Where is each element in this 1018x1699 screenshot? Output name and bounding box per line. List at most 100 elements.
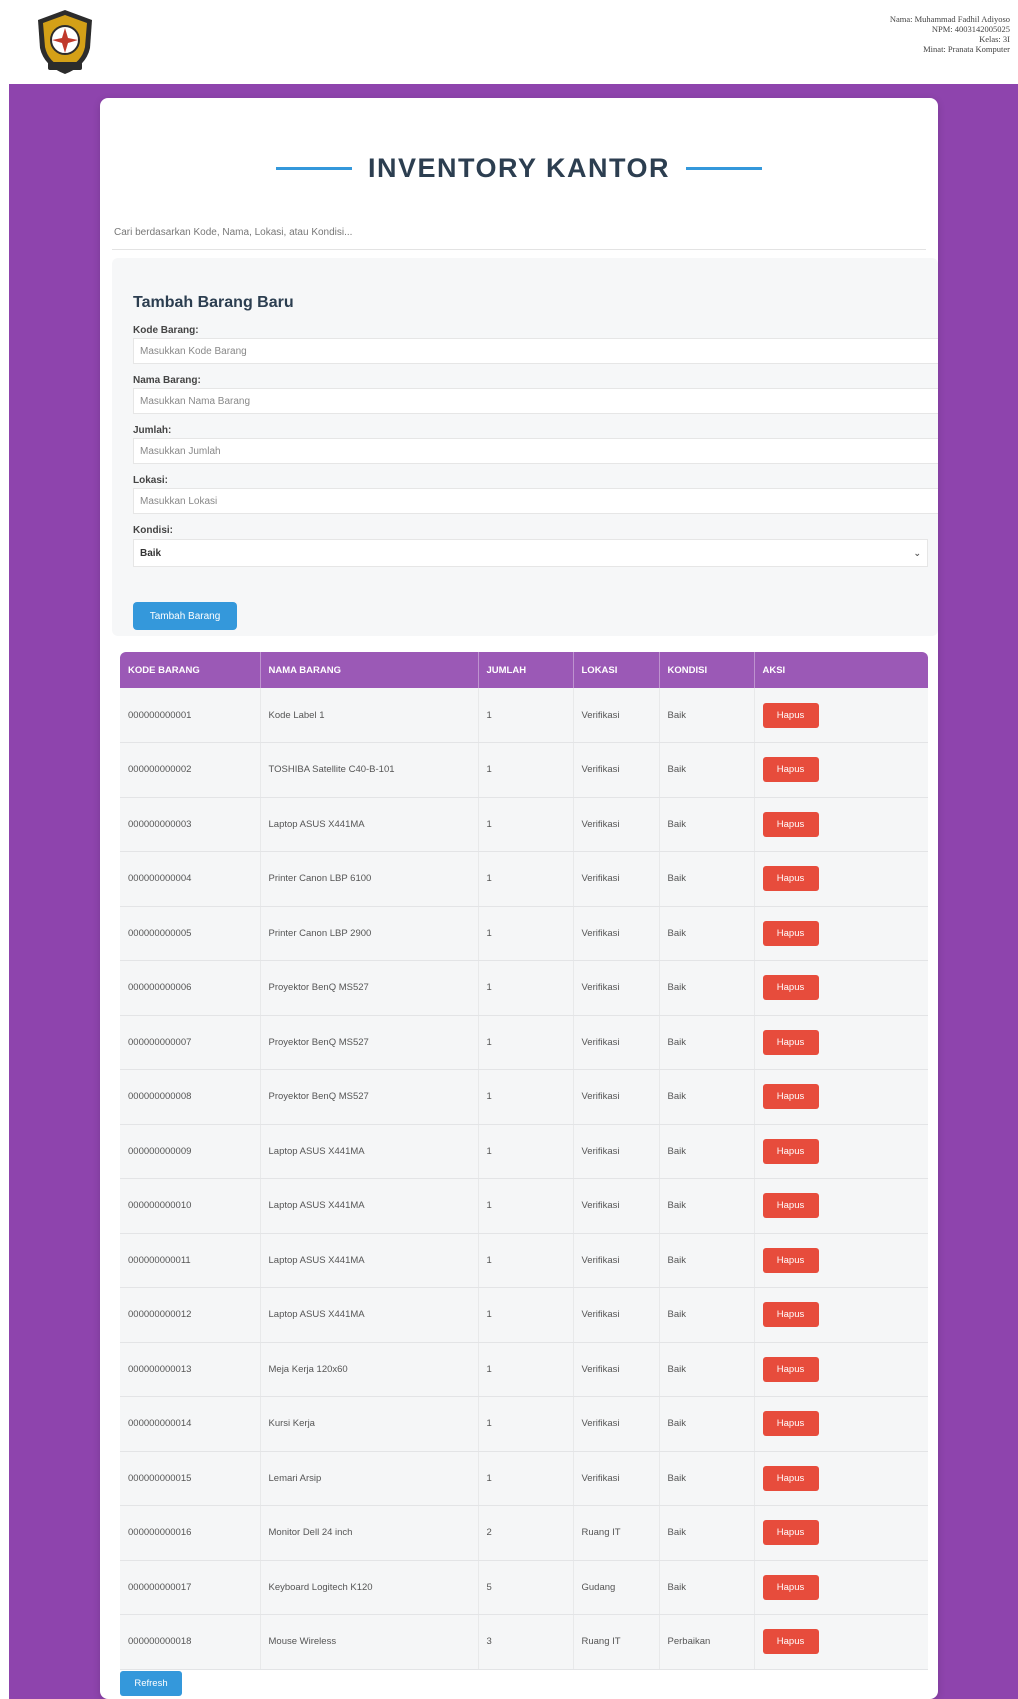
aksi-cell: Hapus <box>754 1560 928 1615</box>
page-title: INVENTORY KANTOR <box>367 152 671 183</box>
lokasi-cell: Verifikasi <box>573 742 660 798</box>
kode-barang-cell: 000000000007 <box>120 1015 261 1070</box>
kode-barang-cell: 000000000015 <box>120 1451 261 1506</box>
nama-barang-cell: Laptop ASUS X441MA <box>260 1287 479 1343</box>
nama-barang-label: Nama Barang: <box>133 375 201 386</box>
lokasi-cell: Ruang IT <box>573 1505 660 1561</box>
jumlah-label: Jumlah: <box>133 425 172 436</box>
aksi-cell: Hapus <box>754 1124 928 1179</box>
kode-barang-cell: 000000000003 <box>120 797 261 852</box>
table-row: 000000000003 Laptop ASUS X441MA 1 Verifikas… <box>120 797 928 852</box>
aksi-cell: Hapus <box>754 1342 928 1397</box>
jumlah-cell: 1 <box>478 1015 574 1070</box>
kode-barang-input[interactable] <box>133 338 938 364</box>
delete-button[interactable]: Hapus <box>762 1411 819 1437</box>
kondisi-select[interactable]: Baik ⌄ <box>133 539 928 567</box>
kondisi-cell: Baik <box>659 1451 755 1506</box>
nama-barang-cell: Keyboard Logitech K120 <box>260 1560 479 1615</box>
table-row: 000000000001 Kode Label 1 1 Verifikasi Baik H… <box>120 688 928 743</box>
aksi-cell: Hapus <box>754 1015 928 1070</box>
lokasi-input[interactable] <box>133 488 938 514</box>
kondisi-selected-value: Baik <box>140 547 162 559</box>
jumlah-cell: 5 <box>478 1560 574 1615</box>
table-row: 000000000013 Meja Kerja 120x60 1 Verifikasi… <box>120 1342 928 1397</box>
nama-barang-input[interactable] <box>133 388 938 414</box>
kode-barang-cell: 000000000018 <box>120 1614 261 1670</box>
delete-button[interactable]: Hapus <box>762 1465 819 1491</box>
table-row: 000000000004 Printer Canon LBP 6100 1 Verif… <box>120 851 928 907</box>
jumlah-cell: 1 <box>478 1342 574 1397</box>
table-row: 000000000006 Proyektor BenQ MS527 1 Verifik… <box>120 960 928 1016</box>
kode-barang-cell: 000000000011 <box>120 1233 261 1288</box>
delete-button[interactable]: Hapus <box>762 1029 819 1055</box>
refresh-button[interactable]: Refresh <box>120 1671 182 1696</box>
add-item-button[interactable]: Tambah Barang <box>133 602 237 630</box>
delete-button[interactable]: Hapus <box>762 1629 819 1655</box>
jumlah-cell: 1 <box>478 1124 574 1179</box>
nama-barang-cell: Monitor Dell 24 inch <box>260 1505 479 1561</box>
lokasi-cell: Verifikasi <box>573 1396 660 1452</box>
jumlah-cell: 2 <box>478 1505 574 1561</box>
delete-button[interactable]: Hapus <box>762 757 819 783</box>
nama-barang-cell: Kode Label 1 <box>260 688 479 743</box>
lokasi-cell: Verifikasi <box>573 851 660 907</box>
add-item-form: Tambah Barang Baru Kode Barang: Nama Bar… <box>112 258 938 636</box>
delete-button[interactable]: Hapus <box>762 1356 819 1382</box>
jumlah-cell: 1 <box>478 742 574 798</box>
delete-button[interactable]: Hapus <box>762 1193 819 1219</box>
kode-barang-cell: 000000000016 <box>120 1505 261 1561</box>
column-header-kode: KODE BARANG <box>120 652 261 688</box>
jumlah-cell: 1 <box>478 1451 574 1506</box>
nama-barang-cell: Proyektor BenQ MS527 <box>260 1015 479 1070</box>
delete-button[interactable]: Hapus <box>762 1302 819 1328</box>
jumlah-cell: 1 <box>478 906 574 961</box>
delete-button[interactable]: Hapus <box>762 702 819 728</box>
delete-button[interactable]: Hapus <box>762 1138 819 1164</box>
aksi-cell: Hapus <box>754 1505 928 1561</box>
delete-button[interactable]: Hapus <box>762 975 819 1001</box>
table-row: 000000000008 Proyektor BenQ MS527 1 Verifik… <box>120 1069 928 1125</box>
kondisi-cell: Baik <box>659 1342 755 1397</box>
kondisi-cell: Baik <box>659 1287 755 1343</box>
jumlah-cell: 1 <box>478 851 574 907</box>
kode-barang-cell: 000000000008 <box>120 1069 261 1125</box>
table-row: 000000000017 Keyboard Logitech K120 5 Gudan… <box>120 1560 928 1615</box>
top-bar: Nama: Muhammad Fadhil Adiyoso NPM: 40031… <box>0 0 1018 84</box>
kode-barang-cell: 000000000017 <box>120 1560 261 1615</box>
aksi-cell: Hapus <box>754 906 928 961</box>
delete-button[interactable]: Hapus <box>762 866 819 892</box>
kode-barang-cell: 000000000002 <box>120 742 261 798</box>
table-row: 000000000005 Printer Canon LBP 2900 1 Verif… <box>120 906 928 961</box>
lokasi-cell: Verifikasi <box>573 1015 660 1070</box>
delete-button[interactable]: Hapus <box>762 1084 819 1110</box>
jumlah-input[interactable] <box>133 438 938 464</box>
aksi-cell: Hapus <box>754 1233 928 1288</box>
lokasi-cell: Verifikasi <box>573 1342 660 1397</box>
kondisi-cell: Baik <box>659 1505 755 1561</box>
lokasi-cell: Verifikasi <box>573 1233 660 1288</box>
aksi-cell: Hapus <box>754 1069 928 1125</box>
delete-button[interactable]: Hapus <box>762 1520 819 1546</box>
search-input[interactable] <box>112 216 926 250</box>
delete-button[interactable]: Hapus <box>762 1574 819 1600</box>
kondisi-cell: Baik <box>659 1233 755 1288</box>
delete-button[interactable]: Hapus <box>762 920 819 946</box>
kode-barang-cell: 000000000014 <box>120 1396 261 1452</box>
nama-barang-cell: Lemari Arsip <box>260 1451 479 1506</box>
inventory-table-wrap: KODE BARANG NAMA BARANG JUMLAH LOKASI KO… <box>120 652 928 1670</box>
aksi-cell: Hapus <box>754 1614 928 1670</box>
user-name: Nama: Muhammad Fadhil Adiyoso <box>889 14 1010 24</box>
nama-barang-cell: Laptop ASUS X441MA <box>260 1233 479 1288</box>
column-header-lokasi: LOKASI <box>573 652 660 688</box>
table-header-row: KODE BARANG NAMA BARANG JUMLAH LOKASI KO… <box>120 652 928 688</box>
lokasi-cell: Verifikasi <box>573 1451 660 1506</box>
kode-barang-cell: 000000000012 <box>120 1287 261 1343</box>
kode-barang-cell: 000000000001 <box>120 688 261 743</box>
lokasi-cell: Verifikasi <box>573 1287 660 1343</box>
delete-button[interactable]: Hapus <box>762 811 819 837</box>
delete-button[interactable]: Hapus <box>762 1247 819 1273</box>
jumlah-cell: 1 <box>478 1396 574 1452</box>
lokasi-cell: Verifikasi <box>573 1178 660 1234</box>
column-header-kondisi: KONDISI <box>659 652 755 688</box>
table-row: 000000000007 Proyektor BenQ MS527 1 Verifik… <box>120 1015 928 1070</box>
